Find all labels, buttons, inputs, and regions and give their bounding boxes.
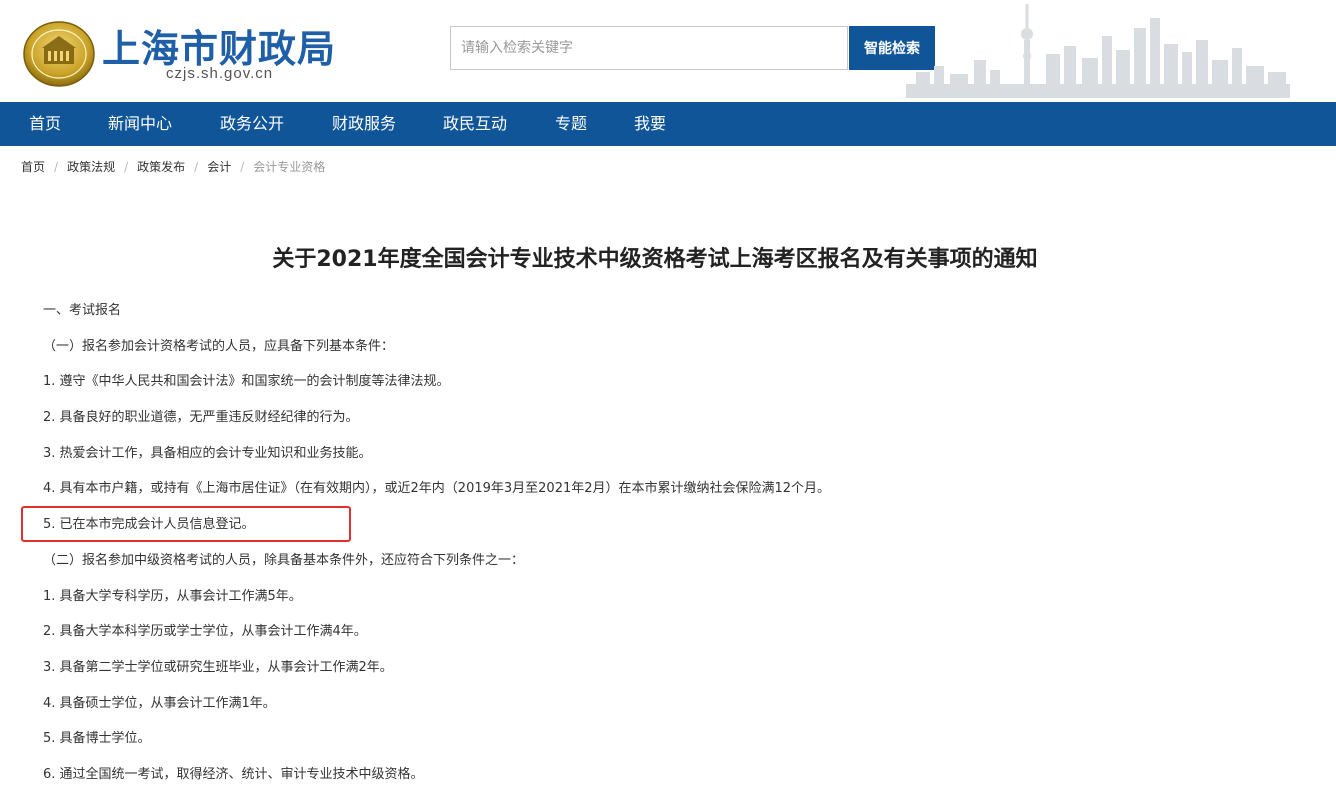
basic-condition-4: 4. 具有本市户籍，或持有《上海市居住证》（在有效期内），或近2年内（2019年…	[43, 481, 831, 497]
basic-condition-5: 5. 已在本市完成会计人员信息登记。	[43, 517, 255, 533]
subsection-heading: （一）报名参加会计资格考试的人员，应具备下列基本条件：	[43, 338, 395, 354]
basic-condition-3: 3. 热爱会计工作，具备相应的会计专业知识和业务技能。	[43, 445, 372, 461]
article-body: 一、考试报名 （一）报名参加会计资格考试的人员，应具备下列基本条件： 1. 遵守…	[43, 298, 1303, 798]
intermediate-condition-2: 2. 具备大学本科学历或学士学位，从事会计工作满4年。	[43, 624, 367, 640]
site-header: 上海市财政局 czjs.sh.gov.cn 智能检索	[0, 0, 1336, 102]
nav-item-home[interactable]: 首页	[29, 102, 61, 146]
breadcrumb: 首页 / 政策法规 / 政策发布 / 会计 / 会计专业资格	[21, 158, 325, 175]
breadcrumb-separator: /	[54, 160, 59, 174]
breadcrumb-policy[interactable]: 政策法规	[67, 160, 115, 174]
nav-item-news[interactable]: 新闻中心	[108, 102, 172, 146]
nav-item-finance[interactable]: 财政服务	[332, 102, 396, 146]
shanghai-skyline-image	[906, 4, 1290, 98]
breadcrumb-separator: /	[194, 160, 199, 174]
breadcrumb-home[interactable]: 首页	[21, 160, 45, 174]
nav-item-i-want[interactable]: 我要	[634, 102, 666, 146]
breadcrumb-separator: /	[124, 160, 129, 174]
nav-item-interaction[interactable]: 政民互动	[443, 102, 507, 146]
site-domain: czjs.sh.gov.cn	[166, 65, 274, 82]
shanghai-finance-emblem-icon[interactable]	[22, 18, 96, 88]
breadcrumb-separator: /	[240, 160, 245, 174]
breadcrumb-current: 会计专业资格	[253, 160, 326, 174]
basic-condition-1: 1. 遵守《中华人民共和国会计法》和国家统一的会计制度等法律法规。	[43, 374, 450, 390]
breadcrumb-policy-release[interactable]: 政策发布	[137, 160, 185, 174]
intermediate-condition-1: 1. 具备大学专科学历，从事会计工作满5年。	[43, 588, 302, 604]
basic-condition-2: 2. 具备良好的职业道德，无严重违反财经纪律的行为。	[43, 410, 359, 426]
intermediate-condition-6: 6. 通过全国统一考试，取得经济、统计、审计专业技术中级资格。	[43, 766, 424, 782]
breadcrumb-accounting[interactable]: 会计	[207, 160, 231, 174]
intermediate-condition-3: 3. 具备第二学士学位或研究生班毕业，从事会计工作满2年。	[43, 659, 393, 675]
main-nav: 首页 新闻中心 政务公开 财政服务 政民互动 专题 我要	[0, 102, 1336, 146]
nav-item-topics[interactable]: 专题	[555, 102, 587, 146]
intermediate-condition-5: 5. 具备博士学位。	[43, 731, 151, 747]
article-title: 关于2021年度全国会计专业技术中级资格考试上海考区报名及有关事项的通知	[272, 246, 1038, 272]
nav-item-gov-affairs[interactable]: 政务公开	[220, 102, 284, 146]
search-input[interactable]	[450, 26, 848, 70]
subsection-heading: （二）报名参加中级资格考试的人员，除具备基本条件外，还应符合下列条件之一：	[43, 552, 525, 568]
section-heading: 一、考试报名	[43, 303, 122, 318]
intermediate-condition-4: 4. 具备硕士学位，从事会计工作满1年。	[43, 695, 276, 711]
